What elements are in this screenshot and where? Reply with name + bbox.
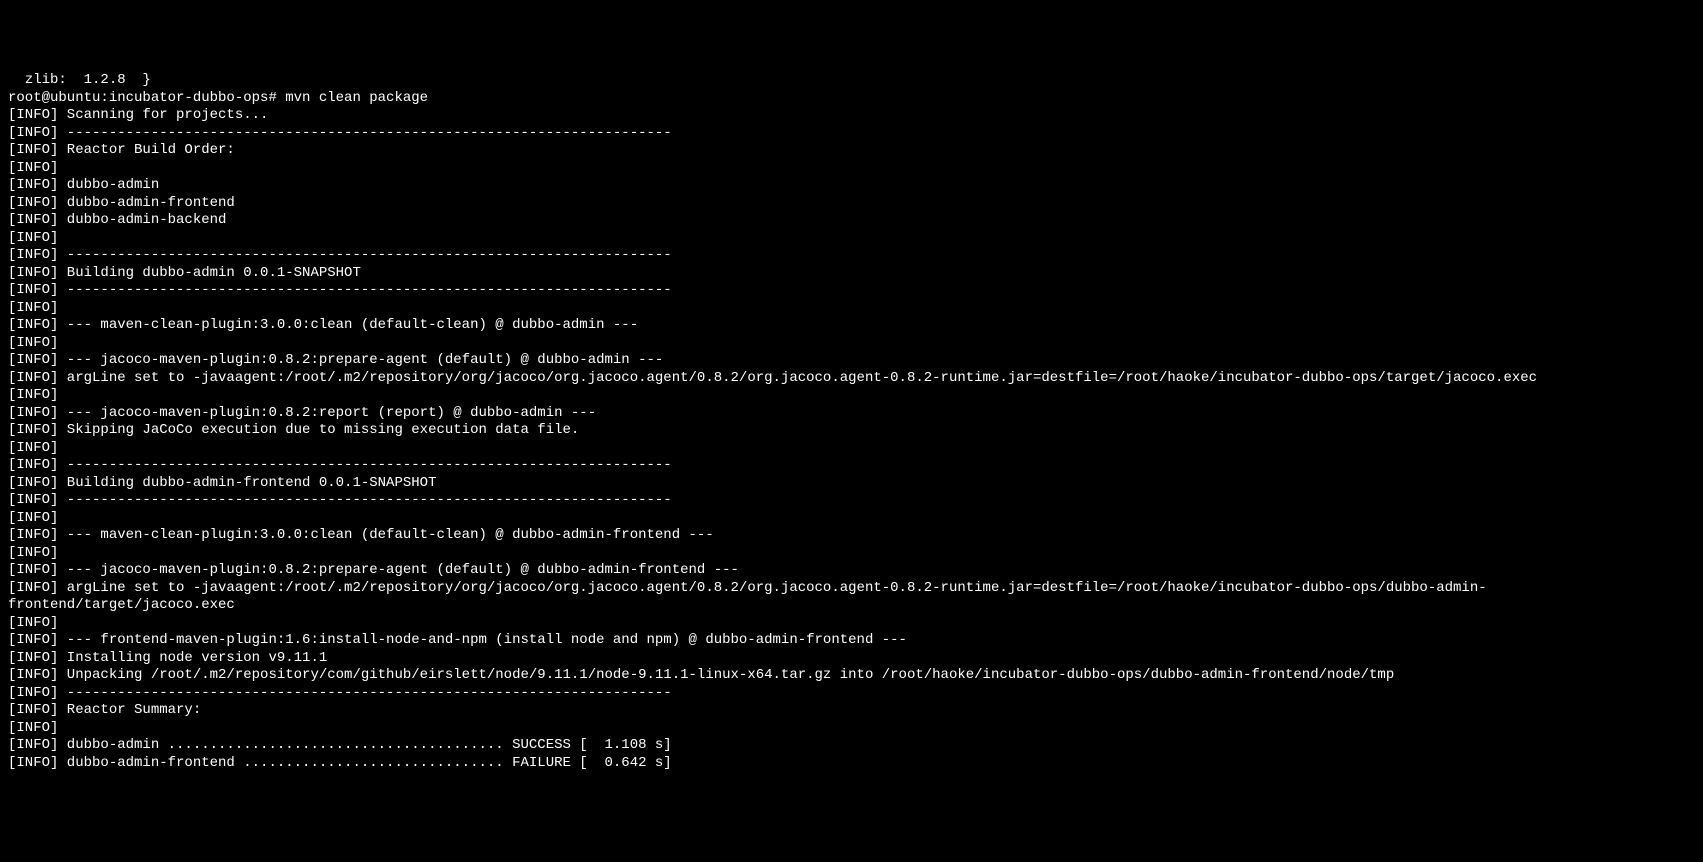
- terminal-line-31: [INFO] --- frontend-maven-plugin:1.6:ins…: [8, 632, 1695, 650]
- terminal-line-35: [INFO] Reactor Summary:: [8, 702, 1695, 720]
- terminal-line-16: [INFO] --- jacoco-maven-plugin:0.8.2:pre…: [8, 352, 1695, 370]
- terminal-line-9: [INFO]: [8, 230, 1695, 248]
- terminal-line-4: [INFO] Reactor Build Order:: [8, 142, 1695, 160]
- terminal-line-15: [INFO]: [8, 335, 1695, 353]
- terminal-line-27: [INFO]: [8, 545, 1695, 563]
- terminal-line-28: [INFO] --- jacoco-maven-plugin:0.8.2:pre…: [8, 562, 1695, 580]
- terminal-line-32: [INFO] Installing node version v9.11.1: [8, 650, 1695, 668]
- terminal-line-29: [INFO] argLine set to -javaagent:/root/.…: [8, 580, 1695, 615]
- terminal-line-25: [INFO]: [8, 510, 1695, 528]
- terminal-line-26: [INFO] --- maven-clean-plugin:3.0.0:clea…: [8, 527, 1695, 545]
- terminal-line-33: [INFO] Unpacking /root/.m2/repository/co…: [8, 667, 1695, 685]
- terminal-line-37: [INFO] dubbo-admin .....................…: [8, 737, 1695, 755]
- terminal-line-17: [INFO] argLine set to -javaagent:/root/.…: [8, 370, 1695, 388]
- terminal-line-5: [INFO]: [8, 160, 1695, 178]
- terminal-line-1: root@ubuntu:incubator-dubbo-ops# mvn cle…: [8, 90, 1695, 108]
- terminal-line-30: [INFO]: [8, 615, 1695, 633]
- terminal-line-13: [INFO]: [8, 300, 1695, 318]
- terminal-line-0: zlib: 1.2.8 }: [8, 72, 1695, 90]
- terminal-line-21: [INFO]: [8, 440, 1695, 458]
- terminal-line-7: [INFO] dubbo-admin-frontend: [8, 195, 1695, 213]
- terminal-line-23: [INFO] Building dubbo-admin-frontend 0.0…: [8, 475, 1695, 493]
- terminal-line-11: [INFO] Building dubbo-admin 0.0.1-SNAPSH…: [8, 265, 1695, 283]
- terminal-line-3: [INFO] ---------------------------------…: [8, 125, 1695, 143]
- terminal-line-6: [INFO] dubbo-admin: [8, 177, 1695, 195]
- terminal-line-12: [INFO] ---------------------------------…: [8, 282, 1695, 300]
- terminal-window[interactable]: { "terminal": { "lines": [ " zlib: 1.2.8…: [0, 0, 1703, 862]
- terminal-line-34: [INFO] ---------------------------------…: [8, 685, 1695, 703]
- terminal-line-38: [INFO] dubbo-admin-frontend ............…: [8, 755, 1695, 773]
- terminal-line-20: [INFO] Skipping JaCoCo execution due to …: [8, 422, 1695, 440]
- terminal-line-19: [INFO] --- jacoco-maven-plugin:0.8.2:rep…: [8, 405, 1695, 423]
- terminal-line-36: [INFO]: [8, 720, 1695, 738]
- terminal-line-18: [INFO]: [8, 387, 1695, 405]
- terminal-line-2: [INFO] Scanning for projects...: [8, 107, 1695, 125]
- terminal-line-10: [INFO] ---------------------------------…: [8, 247, 1695, 265]
- terminal-line-24: [INFO] ---------------------------------…: [8, 492, 1695, 510]
- terminal-line-14: [INFO] --- maven-clean-plugin:3.0.0:clea…: [8, 317, 1695, 335]
- terminal-line-8: [INFO] dubbo-admin-backend: [8, 212, 1695, 230]
- terminal-line-22: [INFO] ---------------------------------…: [8, 457, 1695, 475]
- terminal-output[interactable]: zlib: 1.2.8 }root@ubuntu:incubator-dubbo…: [8, 72, 1695, 772]
